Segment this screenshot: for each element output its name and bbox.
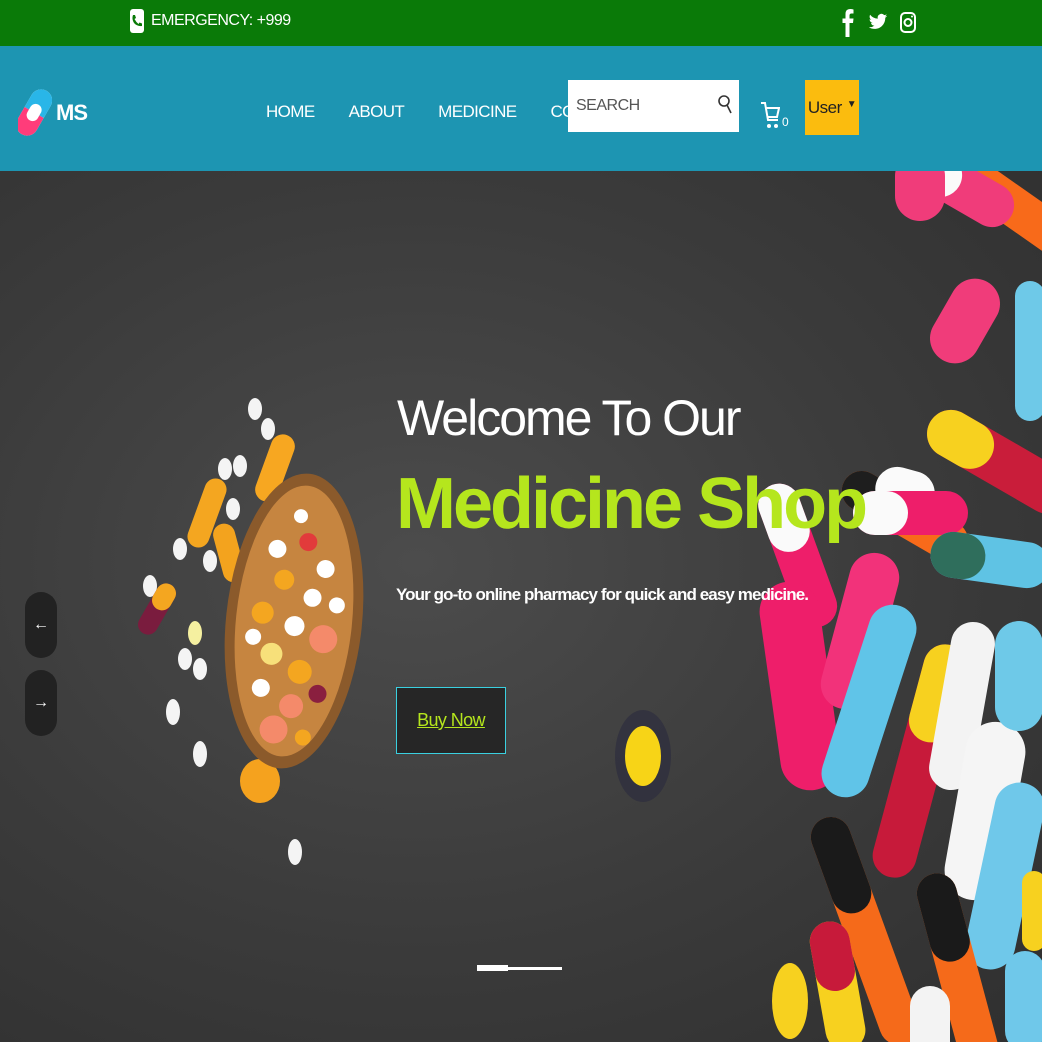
cart-count: 0 [782, 115, 789, 129]
main-header: MS HOME ABOUT MEDICINE CONTACT US 0 User… [0, 46, 1042, 171]
arrow-right-icon: → [33, 694, 49, 711]
emergency-text: EMERGENCY: +999 [151, 12, 291, 29]
facebook-icon[interactable] [838, 6, 858, 38]
buy-now-button[interactable]: Buy Now [396, 687, 506, 754]
search-input[interactable] [576, 92, 716, 120]
nav-medicine[interactable]: MEDICINE [438, 102, 517, 122]
top-bar: EMERGENCY: +999 [0, 0, 1042, 46]
search-icon[interactable] [718, 94, 732, 121]
logo[interactable]: MS [18, 84, 88, 142]
cart-icon [760, 98, 781, 137]
carousel-indicator-2[interactable] [508, 966, 562, 970]
cart-button[interactable]: 0 [760, 98, 789, 137]
carousel-indicators [477, 965, 562, 971]
user-menu-button[interactable]: User ▼ [805, 80, 859, 135]
twitter-icon[interactable] [868, 6, 888, 38]
hero-carousel: Welcome To Our Medicine Shop Your go-to … [0, 171, 1042, 1042]
carousel-next-button[interactable]: → [25, 670, 57, 736]
social-links [838, 6, 918, 38]
instagram-icon[interactable] [898, 6, 918, 38]
caret-down-icon: ▼ [846, 99, 857, 110]
nav-about[interactable]: ABOUT [349, 102, 405, 122]
search-box [568, 80, 739, 132]
carousel-indicator-1[interactable] [477, 965, 508, 971]
pill-logo-icon [18, 89, 52, 136]
carousel-prev-button[interactable]: ← [25, 592, 57, 658]
user-label: User [807, 97, 842, 117]
hero-welcome-text: Welcome To Our [397, 390, 742, 446]
hero-title: Medicine Shop [396, 464, 868, 544]
nav-home[interactable]: HOME [266, 102, 315, 122]
phone-icon [130, 9, 144, 33]
hero-background-image [138, 171, 1042, 1042]
logo-text: MS [56, 100, 88, 125]
emergency-contact: EMERGENCY: +999 [130, 8, 291, 34]
hero-tagline: Your go-to online pharmacy for quick and… [396, 585, 809, 604]
arrow-left-icon: ← [33, 616, 49, 633]
